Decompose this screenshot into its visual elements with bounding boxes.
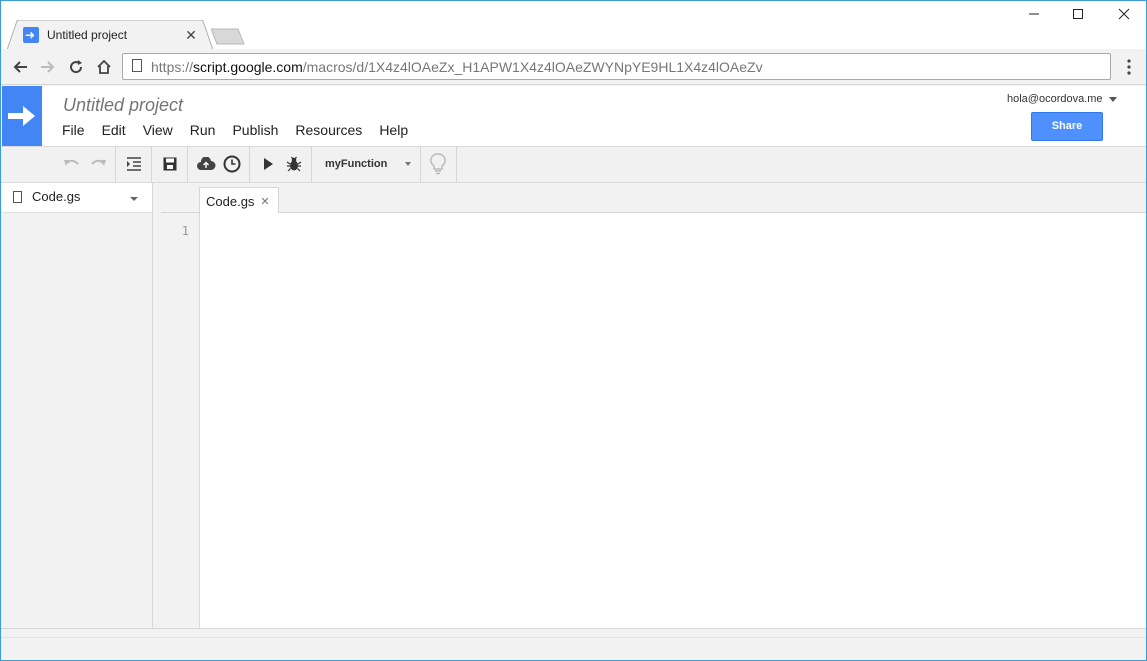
- undo-icon[interactable]: [60, 152, 84, 176]
- new-tab-button[interactable]: [211, 28, 245, 45]
- toolbar-divider: [115, 147, 116, 182]
- menu-run[interactable]: Run: [190, 122, 224, 138]
- apps-script-logo[interactable]: [2, 86, 42, 146]
- chevron-down-icon: [405, 162, 411, 166]
- browser-window: Untitled project ✕ https:/: [0, 0, 1147, 661]
- menu-help[interactable]: Help: [379, 122, 416, 138]
- status-divider: [1, 637, 1146, 638]
- file-name: Code.gs: [32, 189, 81, 204]
- chevron-down-icon[interactable]: [130, 197, 138, 201]
- toolbar: myFunction: [1, 146, 1146, 183]
- home-icon[interactable]: [93, 56, 115, 78]
- close-icon[interactable]: ✕: [260, 195, 269, 208]
- run-play-icon[interactable]: [256, 152, 280, 176]
- debug-bug-icon[interactable]: [282, 152, 306, 176]
- minimize-icon[interactable]: [1011, 5, 1057, 27]
- function-select-value: myFunction: [325, 158, 388, 170]
- file-sidebar: Code.gs: [1, 183, 153, 628]
- redo-icon[interactable]: [86, 152, 110, 176]
- triggers-clock-icon[interactable]: [220, 152, 244, 176]
- close-window-icon[interactable]: [1101, 5, 1146, 27]
- toolbar-divider: [151, 147, 152, 182]
- status-bar: [1, 628, 1146, 660]
- code-editor[interactable]: [200, 213, 1146, 628]
- project-title[interactable]: Untitled project: [63, 95, 183, 116]
- indent-icon[interactable]: [122, 152, 146, 176]
- line-number: 1: [181, 224, 189, 238]
- maximize-icon[interactable]: [1055, 5, 1101, 27]
- menu-bar: File Edit View Run Publish Resources Hel…: [62, 122, 425, 138]
- apps-script-favicon-icon: [23, 27, 39, 43]
- chevron-down-icon: [1108, 96, 1117, 102]
- back-arrow-icon[interactable]: [9, 56, 31, 78]
- menu-view[interactable]: View: [143, 122, 181, 138]
- toolbar-divider: [311, 147, 312, 182]
- document-icon: [13, 191, 22, 203]
- menu-publish[interactable]: Publish: [232, 122, 286, 138]
- save-icon[interactable]: [158, 152, 182, 176]
- toolbar-divider: [456, 147, 457, 182]
- forward-arrow-icon[interactable]: [37, 56, 59, 78]
- browser-menu-icon[interactable]: [1121, 57, 1137, 77]
- account-email: hola@ocordova.me: [1007, 93, 1103, 105]
- lightbulb-icon[interactable]: [426, 152, 450, 176]
- menu-file[interactable]: File: [62, 122, 93, 138]
- editor-area: Code.gs ✕ 1: [161, 183, 1146, 628]
- share-button[interactable]: Share: [1031, 112, 1103, 141]
- account-menu[interactable]: hola@ocordova.me: [1007, 93, 1117, 105]
- toolbar-divider: [249, 147, 250, 182]
- app-header: Untitled project File Edit View Run Publ…: [1, 86, 1146, 146]
- menu-resources[interactable]: Resources: [295, 122, 370, 138]
- tab-close-icon[interactable]: ✕: [184, 25, 198, 45]
- arrow-logo-icon: [8, 106, 35, 126]
- line-number-gutter: 1: [161, 213, 200, 628]
- menu-edit[interactable]: Edit: [102, 122, 134, 138]
- address-bar[interactable]: https://script.google.com/macros/d/1X4z4…: [122, 53, 1111, 80]
- editor-tab-code-gs[interactable]: Code.gs ✕: [199, 187, 279, 214]
- page-icon: [132, 59, 142, 72]
- url-text: https://script.google.com/macros/d/1X4z4…: [151, 59, 763, 75]
- tab-strip: Untitled project ✕: [1, 1, 1146, 50]
- tab-title: Untitled project: [47, 28, 128, 42]
- deploy-cloud-icon[interactable]: [194, 152, 218, 176]
- editor-tab-label: Code.gs: [206, 193, 255, 209]
- function-select[interactable]: myFunction: [317, 152, 417, 176]
- toolbar-divider: [187, 147, 188, 182]
- file-list-item[interactable]: Code.gs: [1, 183, 152, 213]
- toolbar-divider: [420, 147, 421, 182]
- editor-tab-bar: Code.gs ✕: [161, 183, 1146, 214]
- reload-icon[interactable]: [65, 56, 87, 78]
- navigation-bar: https://script.google.com/macros/d/1X4z4…: [1, 49, 1146, 85]
- tab-content: Untitled project: [23, 25, 127, 45]
